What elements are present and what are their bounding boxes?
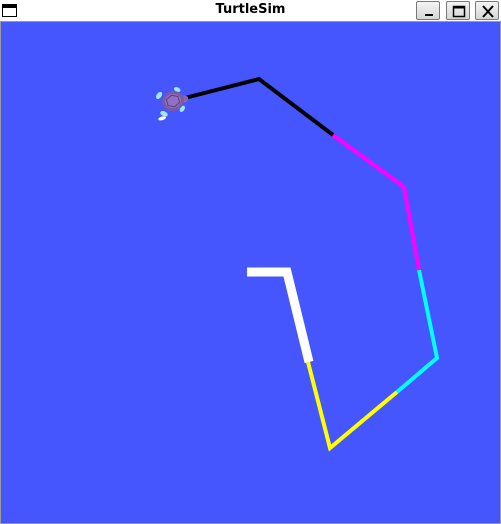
maximize-icon [452,5,466,18]
turtle-icon [156,87,189,121]
trail-yellow [306,361,399,452]
close-button[interactable] [475,1,499,20]
minimize-button[interactable] [416,1,440,20]
trail-white [247,267,314,364]
maximize-button[interactable] [446,1,470,20]
title-bar[interactable]: TurtleSim [0,0,501,22]
trail-drawing [156,76,440,452]
trail-cyan [395,269,440,394]
minimize-icon [425,14,433,16]
close-icon [482,5,494,18]
turtlesim-window: TurtleSim [0,0,501,524]
turtle-canvas [0,22,501,524]
window-menu-icon[interactable] [2,4,17,17]
trail-black [180,76,335,137]
trail-magenta [331,133,421,271]
